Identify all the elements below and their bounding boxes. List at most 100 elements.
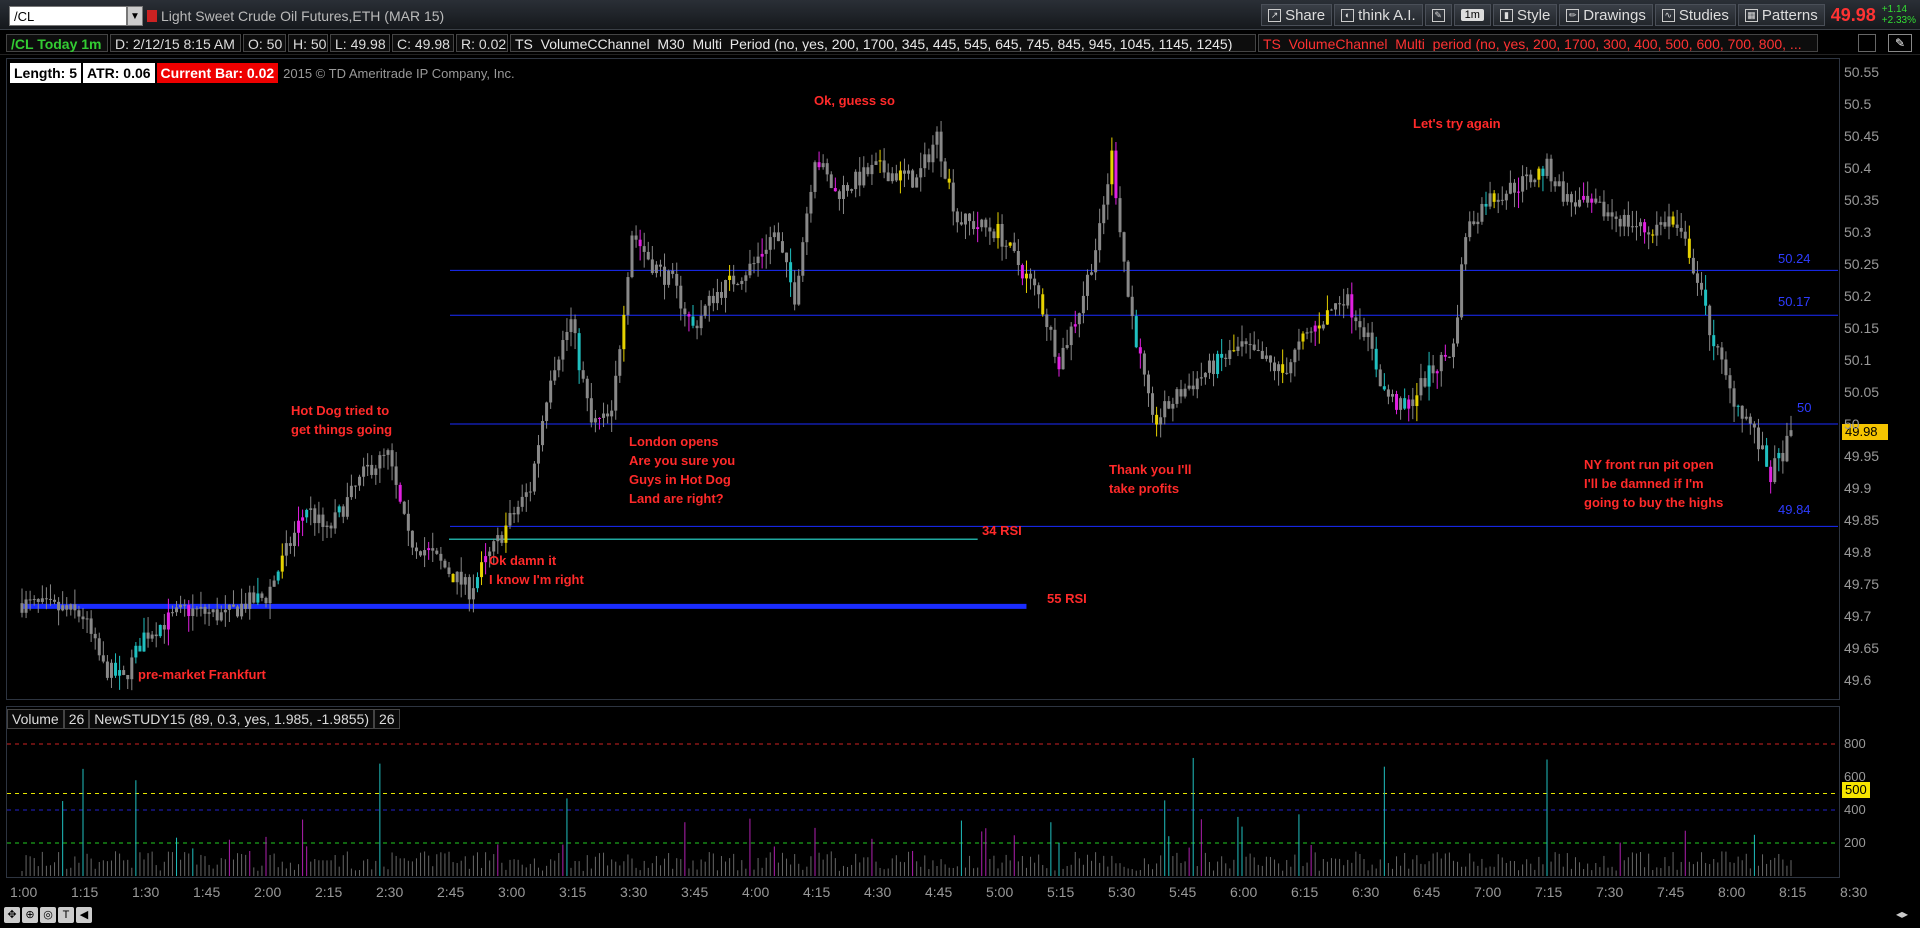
time-axis-tick: 7:15 [1535, 884, 1563, 900]
candle-body [1041, 294, 1045, 315]
magnify-icon[interactable]: ◎ [40, 907, 56, 923]
price-axis[interactable] [1840, 58, 1920, 700]
volume-study-label[interactable]: Volume [7, 709, 64, 729]
candle-body [687, 314, 691, 317]
candle-body [846, 185, 850, 191]
candle-body [732, 275, 736, 285]
candle-body [919, 168, 923, 178]
candle-body [1033, 278, 1037, 286]
pan-icon[interactable]: ✥ [4, 907, 20, 923]
candle-body [833, 188, 837, 192]
candle-body [557, 359, 561, 371]
candle-body [1134, 316, 1138, 348]
time-axis-tick: 4:00 [742, 884, 770, 900]
candle-body [837, 191, 841, 199]
candle-body [341, 506, 345, 517]
candle-body [1248, 344, 1252, 346]
candle-body [1110, 150, 1114, 185]
candle-body [821, 163, 825, 168]
candle-body [1037, 285, 1041, 295]
candle-body [1305, 332, 1309, 334]
candle-body [943, 161, 947, 179]
candle-body [179, 604, 183, 608]
candle-body [622, 314, 626, 350]
candle-body [1362, 327, 1366, 338]
candle-body [764, 249, 768, 254]
candle-body [854, 171, 858, 190]
price-axis-tick: 50.45 [1844, 128, 1880, 144]
candle-body [1464, 237, 1468, 265]
candle-body [1008, 242, 1012, 246]
candle-body [1382, 386, 1386, 390]
candle-body [370, 464, 374, 475]
candle-body [20, 603, 24, 613]
candle-body [32, 599, 36, 601]
candle-body [1533, 179, 1537, 183]
volume-pane[interactable] [6, 706, 1840, 878]
expand-icon[interactable]: ◂▸ [1890, 907, 1914, 923]
candle-body [1256, 349, 1260, 351]
candle-body [480, 562, 484, 578]
candle-body [215, 609, 219, 621]
candle-body [158, 624, 162, 637]
candle-body [545, 402, 549, 422]
candle-body [1769, 466, 1773, 483]
time-axis-tick: 4:30 [864, 884, 892, 900]
candle-body [707, 295, 711, 306]
candle-body [1606, 212, 1610, 217]
candle-body [162, 624, 166, 630]
candle-body [455, 571, 459, 583]
candle-body [870, 164, 874, 175]
candle-body [1106, 184, 1110, 205]
candle-body [1085, 274, 1089, 296]
candle-body [1573, 202, 1577, 207]
candle-body [1138, 347, 1142, 354]
candle-body [362, 466, 366, 477]
time-axis[interactable] [0, 880, 1920, 902]
candle-body [406, 513, 410, 531]
candle-body [1423, 378, 1427, 387]
candle-body [207, 612, 211, 614]
candle-body [175, 607, 179, 613]
candle-body [309, 508, 313, 510]
candle-body [1171, 403, 1175, 409]
candle-body [589, 398, 593, 423]
candle-body [36, 599, 40, 602]
candle-body [1671, 216, 1675, 225]
candle-body [1338, 303, 1342, 305]
text-tool-icon[interactable]: T [58, 907, 74, 923]
candle-body [1232, 350, 1236, 352]
candle-body [382, 454, 386, 456]
candle-body [301, 517, 305, 521]
candle-body [1626, 214, 1630, 227]
candle-body [1212, 360, 1216, 375]
candle-body [1724, 359, 1728, 376]
candle-body [1016, 251, 1020, 266]
candle-body [1537, 168, 1541, 180]
candle-body [829, 174, 833, 189]
candle-body [789, 262, 793, 283]
newstudy-label[interactable]: NewSTUDY15 (89, 0.3, yes, 1.985, -1.9855… [89, 709, 374, 729]
candle-body [134, 645, 138, 658]
candle-body [1773, 458, 1777, 483]
candle-body [366, 464, 370, 467]
candle-body [1553, 181, 1557, 187]
candle-body [191, 608, 195, 617]
annotation-ny: NY front run pit open I'll be damned if I… [1584, 457, 1724, 510]
candle-body [1500, 199, 1504, 201]
time-axis-tick: 8:30 [1840, 884, 1868, 900]
candle-body [1090, 272, 1094, 275]
zoom-icon[interactable]: ⊕ [22, 907, 38, 923]
bottom-toolbar: ✥ ⊕ ◎ T ◀ ◂▸ [0, 903, 1920, 928]
candle-body [902, 170, 906, 174]
candle-body [374, 468, 378, 475]
candle-body [57, 601, 61, 611]
candle-body [740, 280, 744, 285]
time-axis-tick: 7:45 [1657, 884, 1685, 900]
current-bar-badge: Current Bar: 0.02 [156, 63, 279, 83]
time-axis-tick: 1:15 [71, 884, 99, 900]
time-axis-tick: 3:00 [498, 884, 526, 900]
candle-body [1468, 221, 1472, 238]
time-axis-tick: 7:00 [1474, 884, 1502, 900]
scroll-left-icon[interactable]: ◀ [76, 907, 92, 923]
